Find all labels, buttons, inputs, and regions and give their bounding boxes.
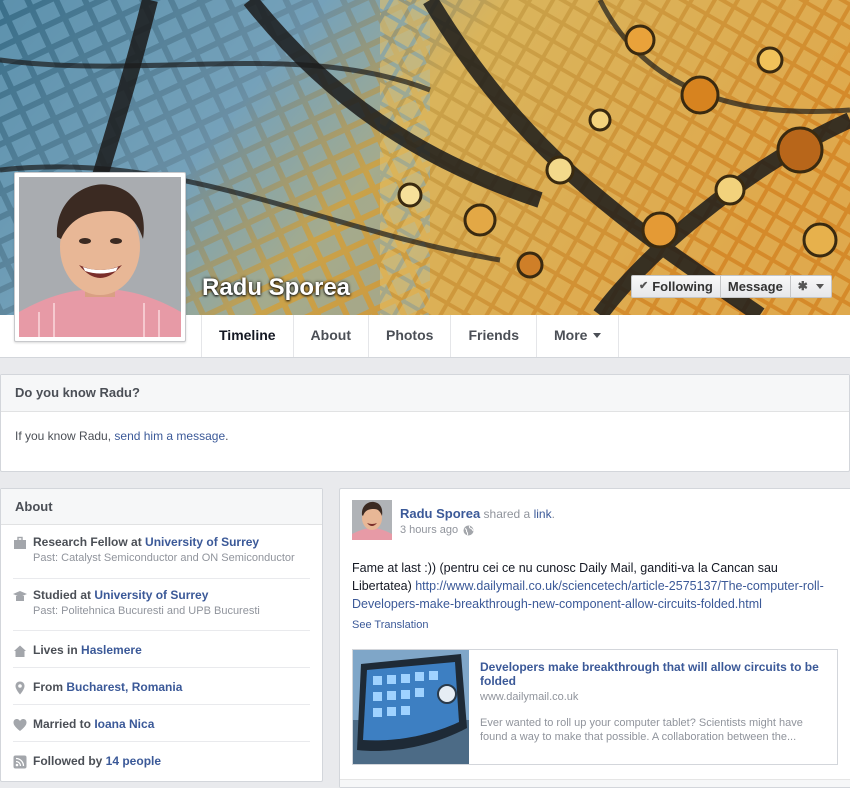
location-pin-icon bbox=[15, 681, 25, 695]
shared-link-domain: www.dailymail.co.uk bbox=[480, 691, 579, 703]
briefcase-icon bbox=[14, 536, 26, 549]
do-you-know-suffix: . bbox=[225, 429, 229, 443]
work-link[interactable]: University of Surrey bbox=[145, 535, 259, 549]
about-item-work: Research Fellow at University of Surrey … bbox=[13, 525, 310, 579]
message-button[interactable]: Message bbox=[720, 275, 791, 298]
tab-friends[interactable]: Friends bbox=[450, 315, 536, 357]
caret-down-icon bbox=[593, 333, 602, 338]
post-header: Radu Sporea shared a link. bbox=[400, 506, 555, 521]
profile-tabs: Timeline About Photos Friends More bbox=[201, 315, 620, 357]
post-author-name[interactable]: Radu Sporea bbox=[400, 506, 480, 521]
settings-dropdown-button[interactable]: ✱ bbox=[790, 275, 832, 298]
do-you-know-title: Do you know Radu? bbox=[1, 375, 849, 412]
check-icon: ✔ bbox=[639, 280, 649, 292]
shared-link-link[interactable]: link bbox=[534, 507, 552, 521]
heart-icon bbox=[13, 719, 27, 731]
followers-link[interactable]: 14 people bbox=[106, 754, 161, 768]
profile-picture[interactable] bbox=[14, 172, 186, 342]
globe-icon[interactable] bbox=[463, 525, 474, 536]
spouse-link[interactable]: Ioana Nica bbox=[94, 717, 154, 731]
timeline-post: Radu Sporea shared a link. 3 hours ago F… bbox=[339, 488, 850, 788]
post-timestamp-row: 3 hours ago bbox=[400, 524, 474, 536]
cover-actions: ✔ Following Message ✱ bbox=[631, 275, 832, 298]
tab-more[interactable]: More bbox=[536, 315, 620, 357]
gear-icon: ✱ bbox=[797, 279, 808, 293]
post-url-link[interactable]: http://www.dailymail.co.uk/sciencetech/a… bbox=[352, 579, 824, 611]
lives-in-link[interactable]: Haslemere bbox=[81, 643, 142, 657]
profile-name[interactable]: Radu Sporea bbox=[202, 274, 350, 302]
hometown-link[interactable]: Bucharest, Romania bbox=[66, 680, 182, 694]
about-item-relationship: Married to Ioana Nica bbox=[13, 705, 310, 742]
see-translation-link[interactable]: See Translation bbox=[352, 619, 428, 631]
tab-about[interactable]: About bbox=[292, 315, 368, 357]
chevron-down-icon bbox=[815, 284, 824, 289]
do-you-know-box: Do you know Radu? If you know Radu, send… bbox=[0, 374, 850, 472]
shared-link-thumbnail bbox=[353, 650, 469, 764]
post-footer-strip bbox=[340, 779, 850, 787]
shared-link-title[interactable]: Developers make breakthrough that will a… bbox=[480, 660, 827, 688]
do-you-know-prefix: If you know Radu, bbox=[15, 429, 115, 443]
about-item-lives: Lives in Haslemere bbox=[13, 631, 310, 668]
shared-link-info: Developers make breakthrough that will a… bbox=[469, 650, 837, 764]
about-item-followers: Followed by 14 people bbox=[13, 742, 310, 779]
tab-more-label: More bbox=[554, 327, 588, 343]
send-message-link[interactable]: send him a message bbox=[114, 429, 225, 443]
profile-photo-image bbox=[19, 177, 181, 337]
post-timestamp[interactable]: 3 hours ago bbox=[400, 524, 458, 536]
about-box: About Research Fellow at University of S… bbox=[0, 488, 323, 782]
following-button[interactable]: ✔ Following bbox=[631, 275, 721, 298]
do-you-know-body: If you know Radu, send him a message. bbox=[1, 412, 849, 460]
education-link[interactable]: University of Surrey bbox=[94, 588, 208, 602]
about-title: About bbox=[1, 489, 322, 525]
shared-link-description: Ever wanted to roll up your computer tab… bbox=[480, 717, 803, 743]
rss-icon bbox=[13, 755, 27, 769]
shared-link-preview[interactable]: Developers make breakthrough that will a… bbox=[352, 649, 838, 765]
post-text: Fame at last :)) (pentru cei ce nu cunos… bbox=[352, 559, 837, 613]
about-item-from: From Bucharest, Romania bbox=[13, 668, 310, 705]
post-author-avatar[interactable] bbox=[352, 500, 392, 540]
graduation-cap-icon bbox=[13, 591, 27, 601]
tab-photos[interactable]: Photos bbox=[367, 315, 450, 357]
house-icon bbox=[14, 645, 26, 657]
tab-timeline[interactable]: Timeline bbox=[201, 315, 293, 357]
about-item-education: Studied at University of Surrey Past: Po… bbox=[13, 579, 310, 631]
